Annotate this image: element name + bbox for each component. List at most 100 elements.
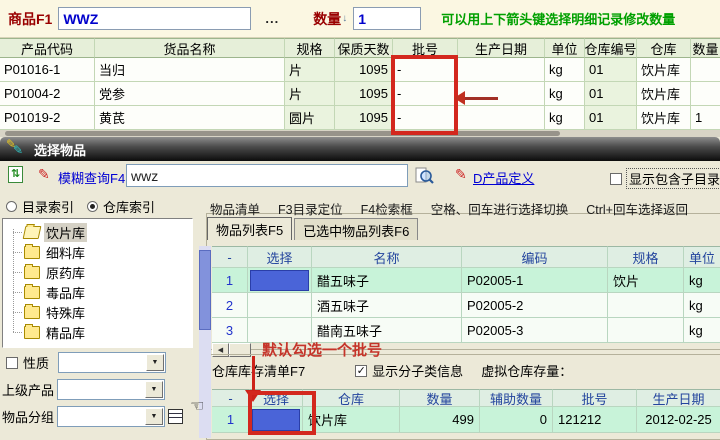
table-row[interactable]: 2 酒五味子 P02005-2 kg	[212, 293, 720, 318]
index-radio-group: 目录索引 仓库索引	[6, 197, 155, 216]
cell-batch: 121212	[553, 407, 637, 433]
scrollbar-thumb[interactable]	[199, 250, 211, 330]
refresh-icon[interactable]: ⇅	[8, 166, 23, 183]
tree-item-jingpinku[interactable]: 精品库	[3, 322, 192, 342]
cell-warehouse-no: 01	[585, 106, 637, 130]
dropdown-arrow-icon[interactable]: ▼	[145, 381, 163, 398]
cell-warehouse-no: 01	[585, 82, 637, 106]
virtual-stock-label: 虚拟仓库存量：	[481, 361, 572, 380]
show-subdir-checkbox[interactable]	[610, 173, 622, 185]
tab-item-list-f5[interactable]: 物品列表F5	[207, 217, 292, 240]
stock-label-row: 仓库库存清单F7 ✓ 显示分子类信息 虚拟仓库存量：	[212, 361, 572, 380]
table-row[interactable]: P01004-2 党参 片 1095 - kg 01 饮片库	[0, 82, 720, 106]
header-cell: 保质天数	[335, 38, 393, 58]
header-cell: 单位	[684, 246, 720, 268]
header-cell: 单位	[545, 38, 585, 58]
folder-icon	[24, 326, 40, 339]
show-detail-checkbox[interactable]: ✓	[355, 365, 367, 377]
tree-item-xiliaoku[interactable]: 细料库	[3, 242, 192, 262]
item-group-select[interactable]: ▼	[57, 406, 165, 427]
radio-directory-index[interactable]	[6, 201, 17, 212]
tree-item-label: 特殊库	[44, 303, 87, 322]
table-row[interactable]: 1 醋五味子 P02005-1 饮片 kg	[212, 268, 720, 293]
tree-item-dupinku[interactable]: 毒品库	[3, 282, 192, 302]
cell-aux-qty: 0	[480, 407, 553, 433]
top-grid-hscrollbar[interactable]	[0, 130, 720, 137]
tree-item-teshuku[interactable]: 特殊库	[3, 302, 192, 322]
edit-pencil-icon: ✎	[38, 166, 50, 183]
product-def-link[interactable]: D产品定义	[473, 168, 534, 187]
dropdown-arrow-icon[interactable]: ▼	[145, 408, 163, 425]
row-number: 1	[212, 407, 250, 433]
cell-name: 黄芪	[95, 106, 285, 130]
table-row[interactable]: P01019-2 黄芪 圆片 1095 - kg 01 饮片库 1	[0, 106, 720, 130]
more-button[interactable]: ...	[265, 11, 279, 26]
cell-shelf-days: 1095	[335, 106, 393, 130]
cell-spec	[608, 318, 684, 343]
search-button[interactable]	[415, 166, 434, 185]
cell-warehouse: 饮片库	[637, 58, 691, 82]
tab-selected-items-f6[interactable]: 已选中物品列表F6	[294, 218, 418, 240]
scrollbar-thumb[interactable]	[5, 131, 560, 136]
item-list-tabs: 物品列表F5 已选中物品列表F6	[207, 217, 418, 240]
batch-note-arrow	[252, 356, 255, 392]
header-cell: 辅助数量	[480, 389, 553, 407]
magnifier-icon	[415, 166, 434, 185]
parent-product-label: 上级产品	[2, 380, 54, 399]
cell-unit: kg	[684, 318, 720, 343]
edit-pencil-icon: ✎	[455, 166, 467, 183]
quantity-input[interactable]	[353, 7, 421, 30]
tree-item-label: 精品库	[44, 323, 87, 342]
product-input[interactable]	[58, 7, 251, 30]
folder-icon	[24, 246, 40, 259]
header-cell: 数量	[400, 389, 480, 407]
table-row[interactable]: P01016-1 当归 片 1095 - kg 01 饮片库	[0, 58, 720, 82]
detail-grid: 产品代码 货品名称 规格 保质天数 批号 生产日期 单位 仓库编号 仓库 数量 …	[0, 38, 720, 130]
radio-warehouse-index[interactable]	[87, 201, 98, 212]
cell-name: 酒五味子	[312, 293, 462, 318]
stock-title: 仓库库存清单F7	[212, 361, 305, 380]
fuzzy-query-label: 模糊查询F4	[58, 168, 125, 187]
cell-code: P01019-2	[0, 106, 95, 130]
item-list-hints: 物品清单 F3目录定位 F4检索框 空格、回车进行选择切换 Ctrl+回车选择返…	[210, 199, 688, 218]
tree-item-yuanyaoku[interactable]: 原药库	[3, 262, 192, 282]
item-search-input[interactable]	[126, 164, 408, 187]
cell-name: 当归	[95, 58, 285, 82]
header-cell: 选择	[248, 246, 312, 268]
header-cell: 规格	[608, 246, 684, 268]
folder-icon	[24, 306, 40, 319]
topbar: 商品F1 ... 数量 ↓ 可以用上下箭头键选择明细记录修改数量	[0, 0, 720, 38]
nature-checkbox[interactable]	[6, 357, 18, 369]
cell-code: P02005-2	[462, 293, 608, 318]
open-folder-icon	[23, 226, 42, 239]
parent-product-select[interactable]: ▼	[57, 379, 165, 400]
qty-down-arrow-icon: ↓	[342, 13, 347, 24]
folder-icon	[24, 286, 40, 299]
cell-unit: kg	[545, 106, 585, 130]
header-cell: 批号	[553, 389, 637, 407]
row-number: 2	[212, 293, 248, 318]
nature-label: 性质	[23, 353, 49, 372]
cell-spec: 饮片	[608, 268, 684, 293]
cell-spec: 片	[285, 82, 335, 106]
nature-select[interactable]: ▼	[58, 352, 166, 373]
folder-icon	[24, 266, 40, 279]
quantity-label: 数量	[313, 9, 341, 29]
cell-name: 党参	[95, 82, 285, 106]
cell-unit: kg	[684, 293, 720, 318]
groupbox-title: 物品清单	[210, 199, 260, 218]
cell-qty: 1	[691, 106, 720, 130]
hint-space-enter: 空格、回车进行选择切换	[431, 199, 569, 218]
item-group-lookup-button[interactable]	[168, 409, 183, 424]
header-cell: 仓库编号	[585, 38, 637, 58]
selected-cell-highlight	[250, 270, 309, 291]
cell-prod-date	[458, 106, 545, 130]
select-cell[interactable]	[248, 293, 312, 318]
tree-item-yinpianku[interactable]: 饮片库	[3, 222, 192, 242]
cell-spec: 圆片	[285, 106, 335, 130]
tree-item-label: 饮片库	[44, 223, 87, 242]
product-label: 商品F1	[8, 9, 52, 29]
dropdown-arrow-icon[interactable]: ▼	[146, 354, 164, 371]
header-cell: 货品名称	[95, 38, 285, 58]
select-cell[interactable]	[248, 268, 312, 293]
